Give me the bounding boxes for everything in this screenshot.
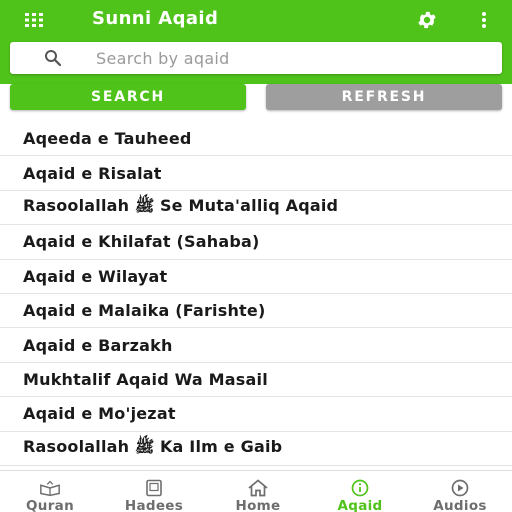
hadees-book-icon [143,479,165,497]
more-vertical-icon[interactable] [474,8,494,32]
grid-menu-icon[interactable] [22,10,46,30]
tab-home[interactable]: Home [208,471,308,512]
tab-label: Hadees [124,498,184,512]
play-circle-icon [449,479,471,497]
list-item[interactable]: Aqeeda e Tauheed [0,122,512,157]
tab-hadees[interactable]: Hadees [104,471,204,512]
info-circle-icon [349,479,371,497]
tab-quran[interactable]: Quran [0,471,100,512]
list-item[interactable]: Aqaid e Mo'jezat [0,397,512,432]
list-item[interactable]: Aqaid e Khilafat (Sahaba) [0,225,512,260]
tab-label: Quran [26,498,74,512]
tab-label: Audios [433,498,487,512]
list-item[interactable]: Aqaid e Risalat [0,156,512,191]
gear-icon[interactable] [414,8,440,32]
refresh-button[interactable]: REFRESH [266,84,502,110]
list-item[interactable]: Mukhtalif Aqaid Wa Masail [0,363,512,398]
tab-aqaid[interactable]: Aqaid [310,471,410,512]
aqaid-list: Aqeeda e Tauheed Aqaid e Risalat Rasoola… [0,122,512,466]
list-item[interactable]: Aqaid e Malaika (Farishte) [0,294,512,329]
quran-book-icon [39,479,61,497]
home-icon [247,479,269,497]
tab-label: Home [235,498,281,512]
list-item[interactable]: Rasoolallah ﷺ Se Muta'alliq Aqaid [0,191,512,226]
list-item[interactable]: Rasoolallah ﷺ Ka Ilm e Gaib [0,432,512,466]
list-item[interactable]: Aqaid e Wilayat [0,260,512,294]
search-icon [45,50,62,67]
search-input[interactable] [96,46,486,70]
list-item[interactable]: Aqaid e Barzakh [0,328,512,363]
search-button[interactable]: SEARCH [10,84,246,110]
tab-label: Aqaid [337,498,383,512]
search-bar [10,42,502,74]
app-title: Sunni Aqaid [92,8,219,29]
tab-audios[interactable]: Audios [410,471,510,512]
bottom-navigation: Quran Hadees Home Aqaid Audios [0,470,512,512]
